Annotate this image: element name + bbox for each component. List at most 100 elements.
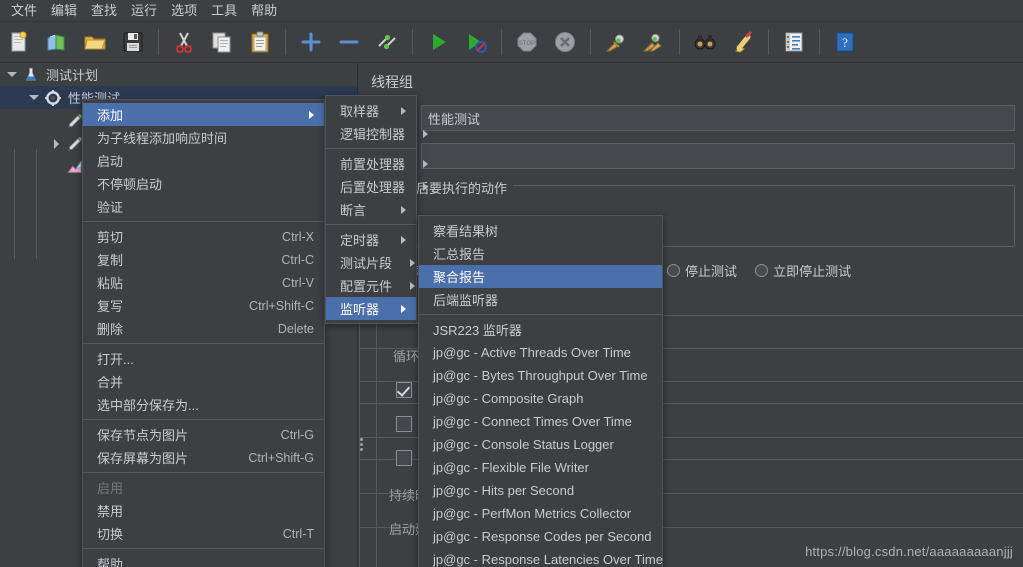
- context-menu-item-6[interactable]: 剪切 Ctrl-X: [83, 225, 324, 248]
- context-menu-item-17[interactable]: 保存屏幕为图片 Ctrl+Shift-G: [83, 446, 324, 469]
- listener-submenu[interactable]: 察看结果树 汇总报告 聚合报告 后端监听器 JSR223 监听器 jp@gc - Acti…: [418, 215, 663, 567]
- expand-plus-button[interactable]: [295, 26, 327, 58]
- add-submenu-item-5[interactable]: 断言: [326, 198, 416, 221]
- context-menu-item-10[interactable]: 删除 Delete: [83, 317, 324, 340]
- collapse-minus-button[interactable]: [333, 26, 365, 58]
- start-button[interactable]: [422, 26, 454, 58]
- menubar-item-5[interactable]: 工具: [204, 1, 244, 21]
- add-submenu-item-9[interactable]: 配置元件: [326, 274, 416, 297]
- add-submenu-item-4[interactable]: 后置处理器: [326, 175, 429, 198]
- copy-icon: [210, 30, 234, 54]
- menubar-item-6[interactable]: 帮助: [244, 1, 284, 21]
- menu-item-label: 保存屏幕为图片: [97, 451, 189, 466]
- forever-checkbox[interactable]: [396, 382, 412, 398]
- radio-stop-test-now[interactable]: 立即停止测试: [755, 261, 851, 280]
- open-button[interactable]: [79, 26, 111, 58]
- listener-submenu-item-7[interactable]: jp@gc - Bytes Throughput Over Time: [419, 364, 662, 387]
- listener-submenu-item-8[interactable]: jp@gc - Composite Graph: [419, 387, 662, 410]
- listener-submenu-item-14[interactable]: jp@gc - Response Codes per Second: [419, 525, 662, 548]
- context-menu-separator: [83, 548, 324, 549]
- context-menu-item-7[interactable]: 复制 Ctrl-C: [83, 248, 324, 271]
- add-submenu-item-0[interactable]: 取样器: [326, 99, 416, 122]
- paste-button[interactable]: [244, 26, 276, 58]
- context-menu-item-23[interactable]: 帮助: [83, 552, 324, 567]
- menubar-item-1[interactable]: 编辑: [44, 1, 84, 21]
- context-menu-item-13[interactable]: 合并: [83, 370, 324, 393]
- menu-item-label: 添加: [97, 108, 124, 123]
- tree-node-0[interactable]: 测试计划: [0, 63, 357, 86]
- menubar-item-3[interactable]: 运行: [124, 1, 164, 21]
- add-submenu-item-3[interactable]: 前置处理器: [326, 152, 429, 175]
- listener-submenu-item-10[interactable]: jp@gc - Console Status Logger: [419, 433, 662, 456]
- context-menu-separator: [83, 419, 324, 420]
- context-menu-item-3[interactable]: 不停顿启动: [83, 172, 324, 195]
- menu-item-label: 启动: [97, 154, 124, 169]
- context-menu-item-14[interactable]: 选中部分保存为...: [83, 393, 324, 416]
- menubar-item-4[interactable]: 选项: [164, 1, 204, 21]
- context-menu-item-1[interactable]: 为子线程添加响应时间: [83, 126, 324, 149]
- menu-item-label: 配置元件: [340, 279, 393, 294]
- clear-button[interactable]: [600, 26, 632, 58]
- menu-item-accelerator: Ctrl-T: [282, 526, 314, 541]
- add-submenu-item-10[interactable]: 监听器: [326, 297, 416, 320]
- context-menu-item-9[interactable]: 复写 Ctrl+Shift-C: [83, 294, 324, 317]
- start-no-pause-button[interactable]: [460, 26, 492, 58]
- clear-all-button[interactable]: [638, 26, 670, 58]
- chevron-down-icon[interactable]: [26, 86, 42, 109]
- context-menu[interactable]: 添加为子线程添加响应时间启动不停顿启动 验证剪切 Ctrl-X 复制 Ctrl-C 粘贴 C…: [82, 99, 325, 567]
- scheduler-checkbox[interactable]: [396, 416, 412, 432]
- toolbar-separator: [590, 29, 591, 55]
- radio-dot-icon: [667, 264, 681, 277]
- toolbar-separator: [819, 29, 820, 55]
- cut-button[interactable]: [168, 26, 200, 58]
- context-menu-item-21[interactable]: 切换 Ctrl-T: [83, 522, 324, 545]
- listener-submenu-item-5[interactable]: JSR223 监听器: [419, 318, 662, 341]
- menu-item-label: 启用: [97, 481, 124, 496]
- menubar-item-0[interactable]: 文件: [4, 1, 44, 21]
- add-submenu-item-7[interactable]: 定时器: [326, 228, 416, 251]
- comment-input[interactable]: [421, 143, 1015, 169]
- name-input[interactable]: [421, 105, 1015, 131]
- templates-button[interactable]: [41, 26, 73, 58]
- context-menu-item-16[interactable]: 保存节点为图片 Ctrl-G: [83, 423, 324, 446]
- listener-submenu-item-13[interactable]: jp@gc - PerfMon Metrics Collector: [419, 502, 662, 525]
- radio-label: 立即停止测试: [773, 264, 852, 279]
- listener-submenu-item-15[interactable]: jp@gc - Response Latencies Over Time: [419, 548, 663, 567]
- radio-stop-test[interactable]: 停止测试: [667, 261, 737, 280]
- help-button[interactable]: ?: [829, 26, 861, 58]
- stop-button[interactable]: STOP: [511, 26, 543, 58]
- listener-submenu-item-2[interactable]: 聚合报告: [419, 265, 662, 288]
- function-helper-button[interactable]: [778, 26, 810, 58]
- chevron-right-icon[interactable]: [48, 132, 64, 155]
- shutdown-icon: [553, 30, 577, 54]
- context-menu-item-2[interactable]: 启动: [83, 149, 324, 172]
- listener-submenu-item-11[interactable]: jp@gc - Flexible File Writer: [419, 456, 662, 479]
- split-pane-grip[interactable]: [358, 432, 364, 456]
- listener-submenu-item-6[interactable]: jp@gc - Active Threads Over Time: [419, 341, 662, 364]
- listener-submenu-item-3[interactable]: 后端监听器: [419, 288, 662, 311]
- listener-submenu-item-1[interactable]: 汇总报告: [419, 242, 662, 265]
- menu-item-accelerator: Ctrl-V: [282, 275, 314, 290]
- listener-submenu-item-0[interactable]: 察看结果树: [419, 219, 662, 242]
- save-button[interactable]: [117, 26, 149, 58]
- context-menu-item-8[interactable]: 粘贴 Ctrl-V: [83, 271, 324, 294]
- add-submenu[interactable]: 取样器 逻辑控制器前置处理器 后置处理器 断言定时器 测试片段配置元件监听器: [325, 95, 429, 324]
- listener-submenu-item-9[interactable]: jp@gc - Connect Times Over Time: [419, 410, 662, 433]
- shutdown-button[interactable]: [549, 26, 581, 58]
- toggle-button[interactable]: [371, 26, 403, 58]
- new-button[interactable]: [3, 26, 35, 58]
- menubar-item-2[interactable]: 查找: [84, 1, 124, 21]
- delayed-start-checkbox[interactable]: [396, 450, 412, 466]
- add-submenu-item-1[interactable]: 逻辑控制器: [326, 122, 429, 145]
- context-menu-item-0[interactable]: 添加: [83, 103, 324, 126]
- copy-button[interactable]: [206, 26, 238, 58]
- menu-item-label: JSR223 监听器: [433, 323, 522, 338]
- add-submenu-item-8[interactable]: 测试片段: [326, 251, 416, 274]
- listener-submenu-item-12[interactable]: jp@gc - Hits per Second: [419, 479, 662, 502]
- context-menu-item-12[interactable]: 打开...: [83, 347, 324, 370]
- context-menu-item-20[interactable]: 禁用: [83, 499, 324, 522]
- context-menu-item-4[interactable]: 验证: [83, 195, 324, 218]
- search-binoculars-button[interactable]: [689, 26, 721, 58]
- reset-search-button[interactable]: [727, 26, 759, 58]
- chevron-down-icon[interactable]: [4, 63, 20, 86]
